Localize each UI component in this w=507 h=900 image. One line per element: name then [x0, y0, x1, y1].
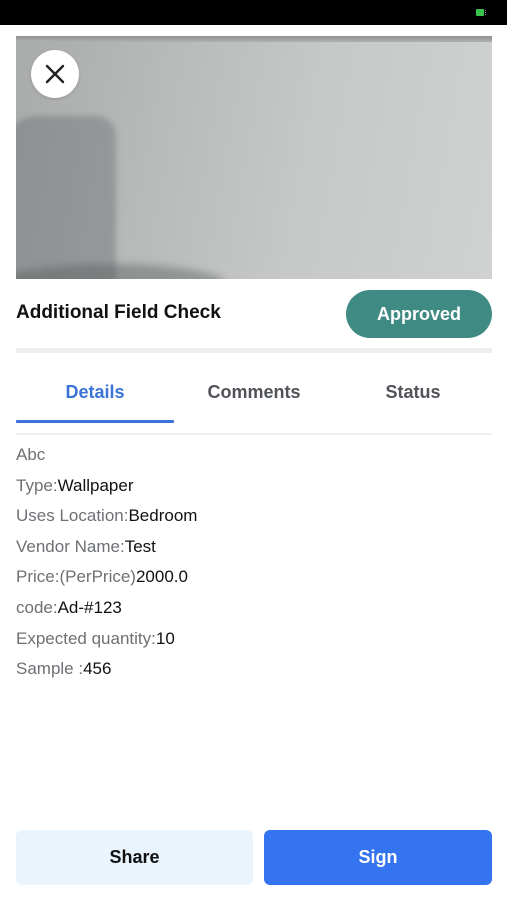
- detail-label: Vendor Name:: [16, 536, 125, 556]
- detail-value: 2000.0: [135, 567, 188, 587]
- active-tab-indicator: [16, 420, 174, 423]
- detail-row-expected-quantity: Expected quantity:10: [16, 624, 492, 655]
- detail-label: Price:(PerPrice): [16, 567, 136, 587]
- divider: [16, 433, 492, 435]
- sign-button[interactable]: Sign: [264, 830, 492, 885]
- tab-details[interactable]: Details: [16, 362, 174, 422]
- divider: [16, 348, 492, 353]
- detail-label: Uses Location:: [16, 506, 129, 526]
- detail-value: Ad-#123: [57, 597, 122, 617]
- tab-bar: Details Comments Status: [16, 362, 492, 422]
- detail-label: Expected quantity:: [16, 628, 156, 648]
- detail-row-code: code:Ad-#123: [16, 593, 492, 624]
- detail-value: Bedroom: [128, 506, 198, 526]
- status-badge: Approved: [346, 290, 492, 338]
- detail-row-type: Type:Wallpaper: [16, 471, 492, 502]
- detail-row-vendor-name: Vendor Name:Test: [16, 532, 492, 563]
- close-icon: [45, 64, 65, 84]
- details-heading: Abc: [16, 445, 46, 464]
- detail-value: 456: [83, 659, 112, 679]
- detail-row-uses-location: Uses Location:Bedroom: [16, 501, 492, 532]
- battery-icon: [476, 9, 484, 16]
- detail-row-sample: Sample :456: [16, 654, 492, 685]
- page-title: Additional Field Check: [16, 302, 221, 323]
- detail-value: Wallpaper: [57, 475, 134, 495]
- close-button[interactable]: [31, 50, 79, 98]
- status-bar: [0, 0, 507, 25]
- tab-status[interactable]: Status: [334, 362, 492, 422]
- status-indicator-icon: [485, 10, 488, 15]
- detail-label: code:: [16, 597, 58, 617]
- attachment-photo: [16, 36, 492, 279]
- details-list: Abc Type:Wallpaper Uses Location:Bedroom…: [16, 440, 492, 685]
- detail-value: 10: [155, 628, 175, 648]
- detail-row-price: Price:(PerPrice)2000.0: [16, 562, 492, 593]
- share-button[interactable]: Share: [16, 830, 253, 885]
- tab-comments[interactable]: Comments: [175, 362, 333, 422]
- detail-label: Type:: [16, 475, 58, 495]
- detail-value: Test: [124, 536, 156, 556]
- detail-label: Sample :: [16, 659, 84, 679]
